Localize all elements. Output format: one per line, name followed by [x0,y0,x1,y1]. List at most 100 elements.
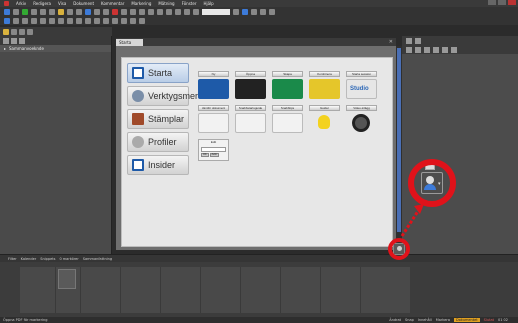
undo-icon[interactable] [40,8,46,15]
select-icon[interactable] [67,8,73,15]
continuous-icon[interactable] [76,17,82,24]
calendar-button[interactable]: Kalender [21,257,37,261]
reflow-icon[interactable] [103,17,109,24]
compare-icon[interactable] [112,17,118,24]
properties-icon[interactable] [242,8,248,15]
start-menu-stamplar[interactable]: Stämplar [127,109,189,129]
edit-cancel-button[interactable]: Avbr [209,153,220,157]
next-page-icon[interactable] [22,17,28,24]
snapshot-icon[interactable] [94,8,100,15]
sync-icon[interactable] [94,17,100,24]
start-menu-profiler[interactable]: Profiler [127,132,189,152]
save-icon[interactable] [22,8,28,15]
filter-button[interactable]: Filter [8,257,17,261]
menu-dokument[interactable]: Dokument [73,1,94,6]
tile-snabbtips[interactable]: Snabbtips [272,105,303,133]
first-page-icon[interactable] [4,17,10,24]
status-finished-badge[interactable]: Slutat [484,318,494,322]
snippets-button[interactable]: Snippets [40,257,55,261]
status-select[interactable]: Markera [436,318,450,322]
measure-icon[interactable] [148,8,154,15]
single-page-icon[interactable] [58,17,64,24]
grid-icon[interactable] [269,8,275,15]
panel-tool-icon[interactable] [433,46,439,53]
panel-tool-icon[interactable] [451,46,457,53]
pan-icon[interactable] [76,8,82,15]
close-window-button[interactable] [508,0,516,5]
minimize-button[interactable] [488,0,496,5]
left-panel-header[interactable]: ▸ Sammanvoeknde [0,45,111,52]
redo-icon[interactable] [49,8,55,15]
settings-tab-icon[interactable] [415,37,421,44]
menu-visa[interactable]: Visa [58,1,66,6]
pages-tab-icon[interactable] [3,28,9,35]
stamp-tool-icon[interactable] [139,8,145,15]
panel-tool-icon[interactable] [442,46,448,53]
tab-starta[interactable]: Starta [116,38,144,46]
highlight-icon[interactable] [58,8,64,15]
print-icon[interactable] [31,8,37,15]
zoom-icon[interactable] [85,8,91,15]
toolbar-input[interactable] [202,8,230,15]
start-menu-verktygsmer[interactable]: Verktygsmer [127,86,198,106]
new-icon[interactable] [4,8,10,15]
arrow-icon[interactable] [175,8,181,15]
tile-kombinera[interactable]: Kombinera [309,71,340,99]
maximize-button[interactable] [498,0,506,5]
panel-option-icon[interactable] [3,37,9,44]
menu-kommentar[interactable]: Kommentar [101,1,124,6]
status-changed[interactable]: Ändrat [389,318,401,322]
split-icon[interactable] [85,17,91,24]
overlay-icon[interactable] [121,17,127,24]
properties-tab-icon[interactable] [406,37,412,44]
tile-skapa[interactable]: Skapa [272,71,303,99]
fit-page-icon[interactable] [40,17,46,24]
rotate-icon[interactable] [103,8,109,15]
fit-width-icon[interactable] [49,17,55,24]
panel-option-icon[interactable] [19,37,25,44]
last-page-icon[interactable] [31,17,37,24]
open-icon[interactable] [13,8,19,15]
tile-ny[interactable]: Ny [198,71,229,99]
edit-ok-button[interactable]: OK [201,153,209,157]
line-icon[interactable] [184,8,190,15]
thumbnail-slot[interactable] [58,269,76,289]
panel-tool-icon[interactable] [424,46,430,53]
bookmarks-tab-icon[interactable] [11,28,17,35]
layers-icon[interactable] [260,8,266,15]
menu-matning[interactable]: Mätning [158,1,174,6]
summary-button[interactable]: Sammanfattning [83,257,112,261]
panel-option-icon[interactable] [11,37,17,44]
color-icon[interactable] [233,8,239,15]
two-page-icon[interactable] [67,17,73,24]
menu-fonster[interactable]: Fönster [182,1,197,6]
menu-redigera[interactable]: Redigera [33,1,51,6]
callout-icon[interactable] [157,8,163,15]
tile-snabbstart[interactable]: Snabbstartsguide [235,105,266,133]
start-menu-insider[interactable]: Insider [127,155,189,175]
cloud-icon[interactable] [166,8,172,15]
markup-icon[interactable] [112,8,118,15]
tile-jamfor[interactable]: Jämför dokument [198,105,229,133]
tile-oppna[interactable]: Öppna [235,71,266,99]
markers-button[interactable]: 0 markörer [59,257,78,261]
close-tab-icon[interactable]: ✕ [389,39,393,45]
layers-tab-icon[interactable] [19,28,25,35]
search-icon[interactable] [130,17,136,24]
attachments-tab-icon[interactable] [27,28,33,35]
edit-input[interactable] [201,147,226,152]
start-menu-starta[interactable]: Starta [127,63,189,83]
shape-icon[interactable] [121,8,127,15]
text-icon[interactable] [130,8,136,15]
panel-tool-icon[interactable] [406,46,412,53]
menu-markering[interactable]: Markering [131,1,151,6]
status-document-badge[interactable]: Dokumentet [454,318,480,322]
tile-starta-session[interactable]: Starta session Studio [346,71,377,99]
prev-page-icon[interactable] [13,17,19,24]
menu-hjalp[interactable]: Hjälp [203,1,213,6]
tile-guider[interactable]: Guider [309,105,340,133]
bookmark-icon[interactable] [139,17,145,24]
menu-arkiv[interactable]: Arkiv [16,1,26,6]
status-content[interactable]: Innehåll [418,318,432,322]
status-snap[interactable]: Snap [405,318,414,322]
